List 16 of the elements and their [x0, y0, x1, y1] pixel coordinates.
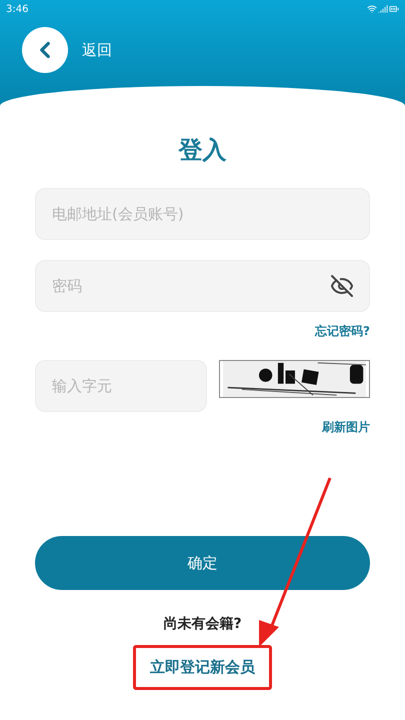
register-link[interactable]: 立即登记新会员	[133, 645, 272, 690]
refresh-image-link[interactable]: 刷新图片	[322, 418, 370, 436]
signal-icon	[378, 4, 388, 14]
confirm-button[interactable]: 确定	[35, 536, 370, 590]
password-field[interactable]: 密码	[35, 260, 370, 312]
status-time: 3:46	[6, 2, 28, 16]
back-label: 返回	[82, 40, 112, 61]
page-title: 登入	[178, 135, 226, 166]
battery-icon	[389, 4, 399, 14]
hide-password-icon[interactable]	[330, 274, 354, 298]
wifi-icon	[367, 4, 377, 14]
email-field[interactable]: 电邮地址(会员账号)	[35, 188, 370, 240]
signup-prompt: 尚未有会籍?	[163, 615, 242, 634]
captcha-field[interactable]: 输入字元	[35, 360, 207, 412]
forgot-password-link[interactable]: 忘记密码?	[315, 322, 370, 340]
back-button[interactable]	[22, 27, 68, 73]
